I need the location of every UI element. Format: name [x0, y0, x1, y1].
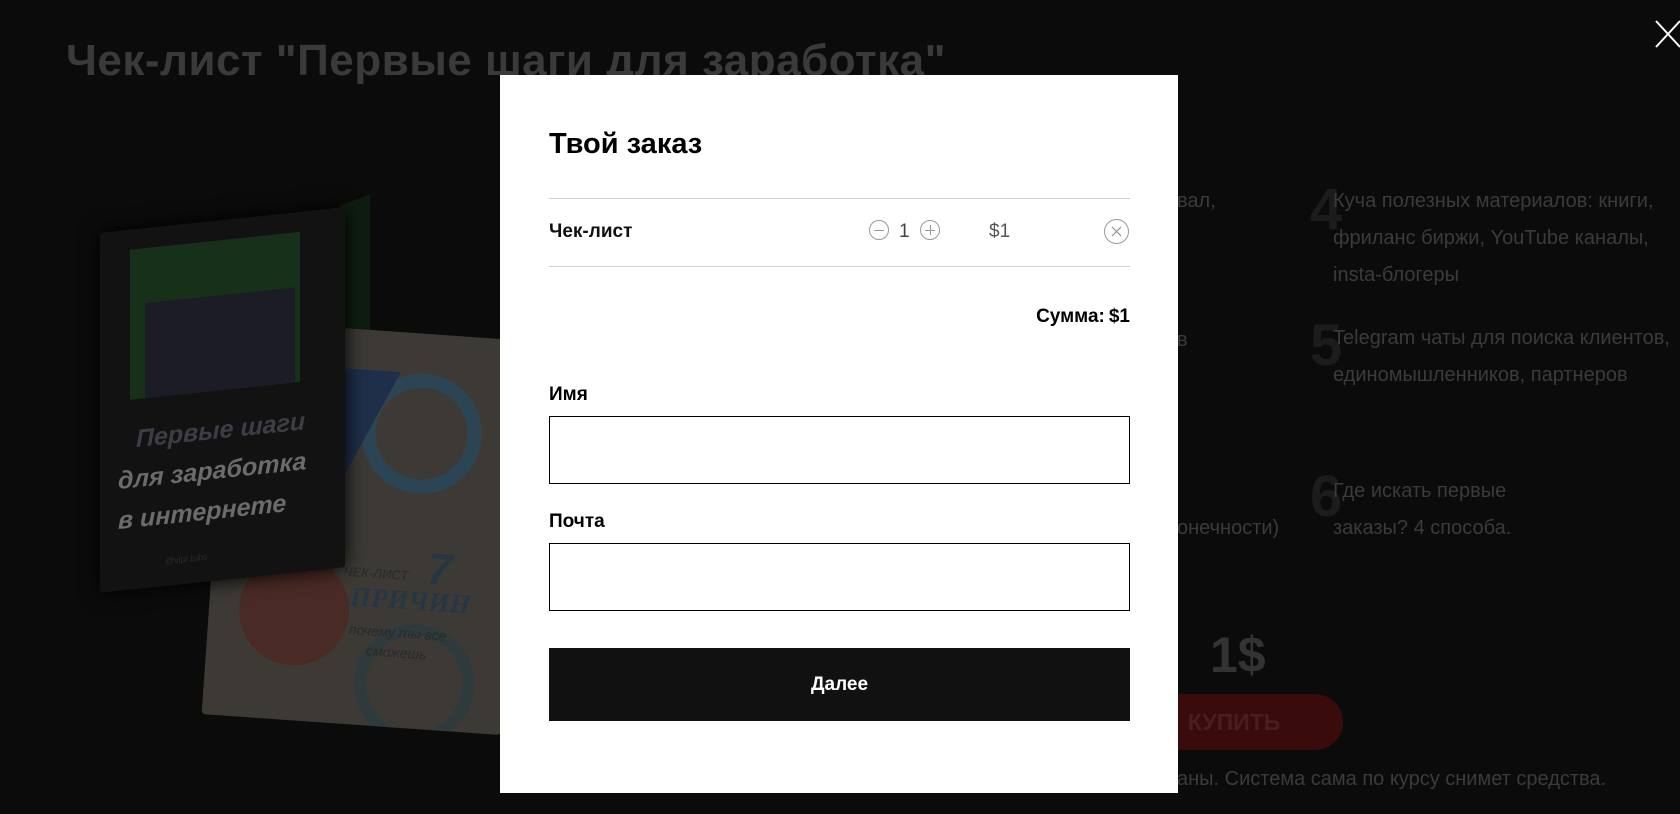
cover-back-subtitle: почему ты все сможешь: [348, 621, 448, 663]
partial-text: онечности): [1177, 517, 1280, 539]
cover-illustration-laptop: [145, 287, 295, 399]
order-sum: Сумма: $1: [1032, 306, 1130, 328]
sum-label: Сумма:: [1036, 306, 1105, 327]
sum-value: $1: [1108, 306, 1130, 327]
divider: [549, 266, 1130, 267]
price-label: 1$: [1210, 627, 1266, 683]
modal-title: Твой заказ: [549, 128, 703, 160]
list-item: Telegram чаты для поиска клиентов, едино…: [1333, 327, 1670, 386]
cover-back-label: ЧЕК-ЛИСТ: [343, 563, 409, 584]
partial-text: вал,: [1177, 190, 1216, 212]
remove-circle-icon[interactable]: [1104, 219, 1129, 244]
cover-handle: @vipr.tubs: [165, 551, 208, 567]
minus-circle-icon[interactable]: [869, 220, 889, 240]
product-name: Чек-лист: [549, 221, 633, 242]
list-item: Куча полезных материалов: книги, фриланс…: [1333, 190, 1654, 286]
payment-note: аны. Система сама по курсу снимет средст…: [1177, 768, 1607, 790]
cover-front-title: Первые шаги для заработка в интернете: [118, 398, 338, 541]
order-modal: Твой заказ Чек-лист 1 $1 Сумма: $1 Имя По…: [500, 75, 1178, 793]
next-button[interactable]: Далее: [549, 648, 1130, 721]
email-input[interactable]: [549, 543, 1130, 611]
name-label: Имя: [549, 384, 588, 405]
cover-back-title: ПРИЧИН: [349, 581, 472, 620]
order-item-row: Чек-лист 1 $1: [549, 199, 1130, 267]
quantity-value: 1: [899, 221, 910, 242]
close-icon[interactable]: [1654, 18, 1680, 50]
partial-text: в: [1177, 329, 1188, 351]
name-input[interactable]: [549, 416, 1130, 484]
cover-front-image: Первые шаги для заработка в интернете @v…: [100, 207, 345, 593]
email-label: Почта: [549, 511, 605, 532]
product-price: $1: [989, 221, 1011, 242]
list-item: Где искать первые заказы? 4 способа.: [1333, 480, 1512, 539]
plus-circle-icon[interactable]: [920, 220, 940, 240]
